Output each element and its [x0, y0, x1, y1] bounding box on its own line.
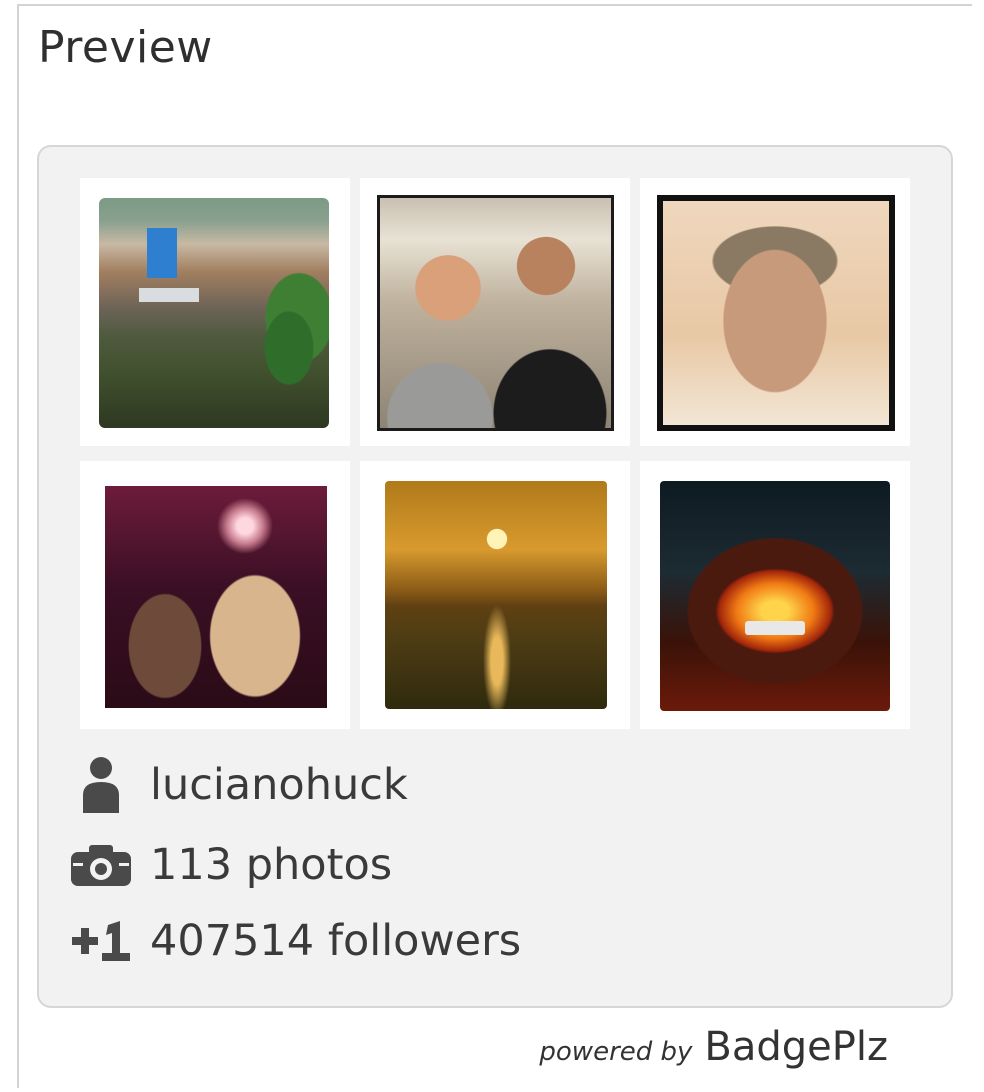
user-icon [70, 757, 132, 813]
photos-count-row: 113 photos [70, 840, 392, 890]
photo-two-men-smiling[interactable] [377, 195, 614, 431]
powered-by[interactable]: powered by BadgePlz [539, 1024, 888, 1070]
username-row: lucianohuck [70, 757, 408, 813]
photo-tile[interactable] [640, 461, 910, 729]
photo-tile[interactable] [80, 178, 350, 446]
photo-tile[interactable] [80, 461, 350, 729]
plus-one-icon [70, 916, 132, 966]
followers-count-row: 407514 followers [70, 916, 521, 966]
photo-selfie-man[interactable] [657, 195, 895, 431]
photo-pizza-oven[interactable] [660, 481, 890, 711]
photo-tile[interactable] [360, 178, 630, 446]
photo-hillside-village[interactable] [99, 198, 329, 428]
photo-grid [80, 178, 910, 729]
photo-fireworks-couple[interactable] [105, 486, 327, 708]
photo-sunset-sea[interactable] [385, 481, 607, 709]
photos-count: 113 photos [150, 840, 393, 890]
photo-tile[interactable] [640, 178, 910, 446]
username[interactable]: lucianohuck [150, 760, 408, 810]
preview-title: Preview [38, 22, 213, 73]
brand-name[interactable]: BadgePlz [704, 1024, 888, 1070]
photo-tile[interactable] [360, 461, 630, 729]
followers-count: 407514 followers [150, 916, 522, 966]
camera-icon [70, 840, 132, 890]
powered-by-label: powered by [539, 1037, 693, 1067]
